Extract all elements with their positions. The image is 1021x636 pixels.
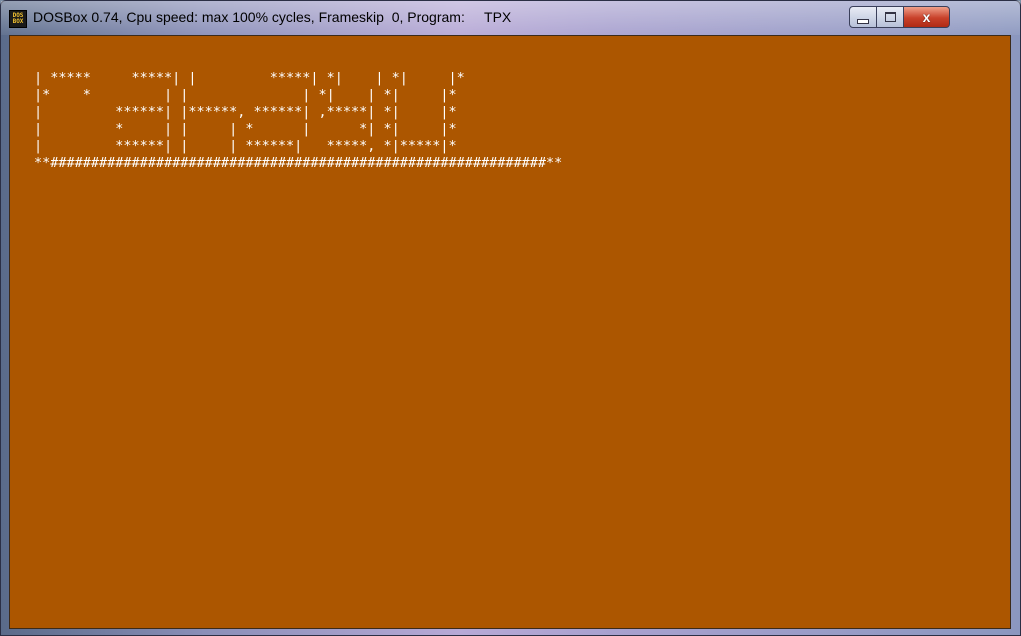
screen-line-5: | ******| | | ******| *****, *|*****|* — [34, 138, 457, 154]
screen-line-6: **######################################… — [34, 155, 563, 171]
screen-line-3: | ******| |******, ******| ,*****| *| |* — [34, 104, 457, 120]
dosbox-icon[interactable]: DOS BOX — [9, 10, 27, 28]
close-button[interactable]: x — [904, 6, 950, 28]
window-title: DOSBox 0.74, Cpu speed: max 100% cycles,… — [33, 9, 512, 25]
dosbox-window: DOS BOX DOSBox 0.74, Cpu speed: max 100%… — [0, 0, 1021, 636]
dos-screen[interactable]: | ***** *****| | *****| *| | *| |* |* * … — [9, 35, 1011, 629]
screen-line-4: | * | | | * | *| *| |* — [34, 121, 457, 137]
close-icon: x — [922, 9, 931, 25]
maximize-button[interactable] — [877, 6, 904, 28]
screen-output: | ***** *****| | *****| *| | *| |* |* * … — [34, 70, 562, 172]
minimize-icon — [857, 18, 869, 24]
icon-text-bottom: BOX — [12, 18, 24, 25]
minimize-button[interactable] — [849, 6, 877, 28]
screen-line-1: | ***** *****| | *****| *| | *| |* — [34, 70, 465, 86]
maximize-icon — [884, 12, 896, 22]
title-bar[interactable]: DOS BOX DOSBox 0.74, Cpu speed: max 100%… — [1, 1, 1020, 35]
screen-line-2: |* * | | | *| | *| |* — [34, 87, 457, 103]
